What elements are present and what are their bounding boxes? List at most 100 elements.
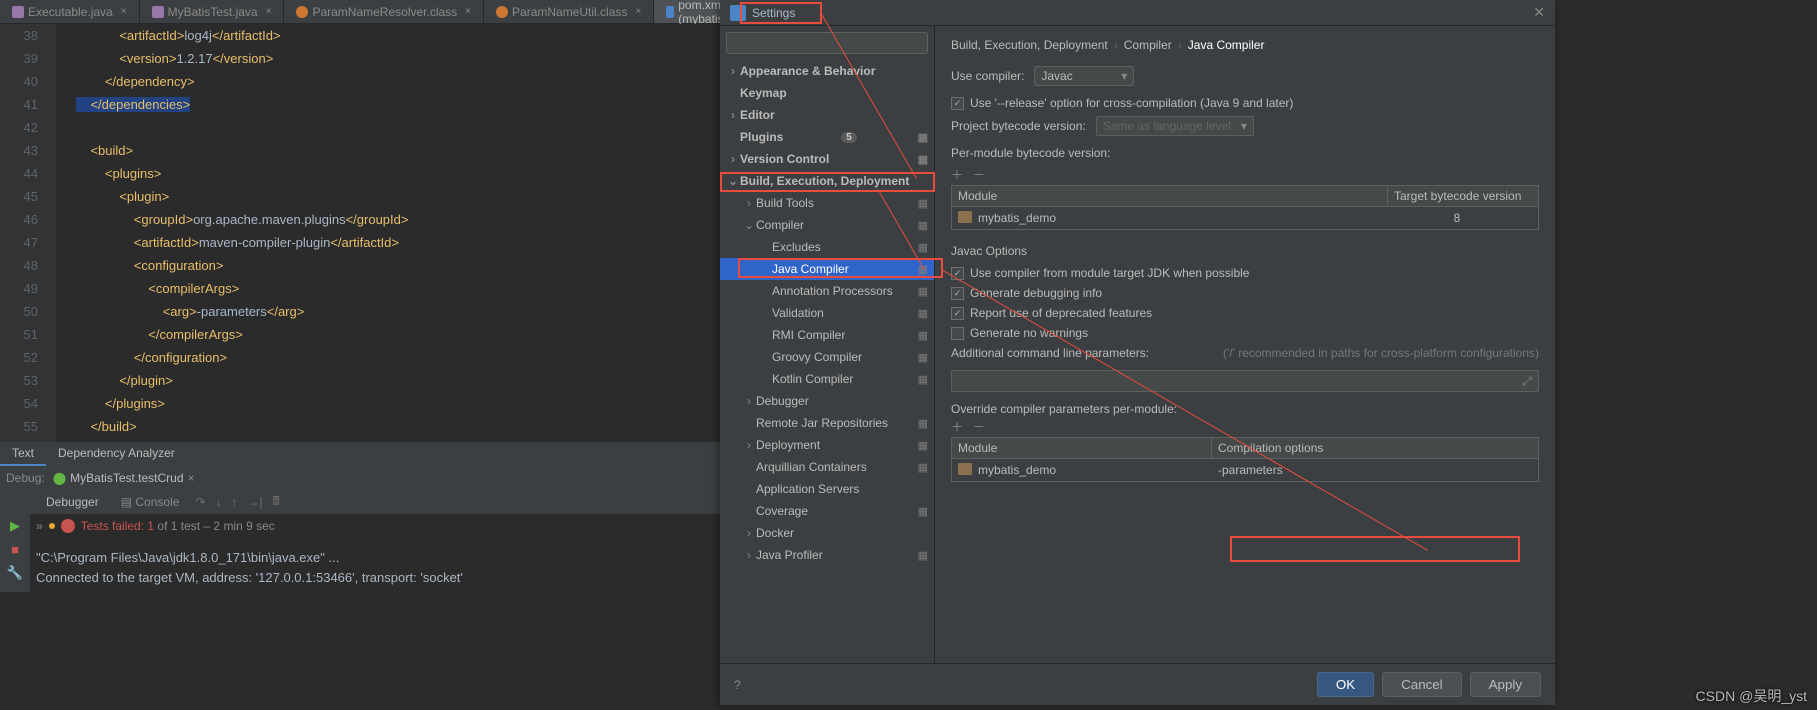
tree-item[interactable]: Excludes▦ <box>720 236 934 258</box>
use-compiler-label: Use compiler: <box>951 69 1024 83</box>
tree-item[interactable]: Kotlin Compiler▦ <box>720 368 934 390</box>
close-icon[interactable]: × <box>465 6 471 17</box>
step-over-icon[interactable]: ↷ <box>195 495 205 509</box>
tree-item[interactable]: ›Build Tools▦ <box>720 192 934 214</box>
settings-dialog: Settings ✕ ›Appearance & BehaviorKeymap›… <box>720 0 1555 705</box>
tree-item[interactable]: ›Docker <box>720 522 934 544</box>
tree-item[interactable]: ›Editor <box>720 104 934 126</box>
gear-icon: ▦ <box>918 417 928 430</box>
tree-item[interactable]: Plugins5▦ <box>720 126 934 148</box>
evaluate-icon[interactable]: 🖩 <box>273 492 280 513</box>
cancel-button[interactable]: Cancel <box>1382 672 1462 697</box>
code-editor[interactable]: <artifactId>log4j</artifactId> <version>… <box>56 24 720 442</box>
release-option-checkbox[interactable]: Use '--release' option for cross-compila… <box>951 96 1539 110</box>
checkbox-icon <box>951 307 964 320</box>
tree-item[interactable]: Remote Jar Repositories▦ <box>720 412 934 434</box>
step-out-icon[interactable]: ↑ <box>231 495 237 509</box>
module-row[interactable]: mybatis_demo 8 <box>951 207 1539 230</box>
opt-no-warnings[interactable]: Generate no warnings <box>951 326 1539 340</box>
editor-tab[interactable]: ParamNameUtil.class× <box>484 0 654 23</box>
opt-debug-info[interactable]: Generate debugging info <box>951 286 1539 300</box>
file-icon <box>152 6 164 18</box>
close-icon[interactable]: × <box>188 471 195 485</box>
dialog-titlebar[interactable]: Settings ✕ <box>720 0 1555 26</box>
gear-icon: ▦ <box>918 285 928 298</box>
step-into-icon[interactable]: ↓ <box>215 495 221 509</box>
checkbox-icon <box>951 97 964 110</box>
gear-icon: ▦ <box>918 439 928 452</box>
console-line: "C:\Program Files\Java\jdk1.8.0_171\bin\… <box>36 548 714 568</box>
debug-bar: Debug: ⬤ MyBatisTest.testCrud × <box>0 466 720 490</box>
close-icon[interactable]: × <box>121 6 127 17</box>
file-icon <box>496 6 508 18</box>
per-module-label: Per-module bytecode version: <box>951 146 1539 160</box>
double-chevron-icon[interactable]: » <box>36 519 43 533</box>
tab-debugger[interactable]: Debugger <box>40 493 105 511</box>
stop-icon[interactable]: ■ <box>11 542 19 557</box>
checkbox-icon <box>951 267 964 280</box>
rerun-icon[interactable]: ▶ <box>10 518 20 534</box>
tree-item[interactable]: ›Version Control▦ <box>720 148 934 170</box>
editor-tab[interactable]: Executable.java× <box>0 0 140 23</box>
tab-dependency-analyzer[interactable]: Dependency Analyzer <box>46 442 187 466</box>
checkbox-icon <box>951 327 964 340</box>
tree-item[interactable]: ›Appearance & Behavior <box>720 60 934 82</box>
add-icon[interactable]: ＋ <box>951 166 963 183</box>
apply-button[interactable]: Apply <box>1470 672 1541 697</box>
tree-item[interactable]: Validation▦ <box>720 302 934 324</box>
tree-item[interactable]: Groovy Compiler▦ <box>720 346 934 368</box>
tree-item[interactable]: ⌄Build, Execution, Deployment <box>720 170 934 192</box>
opt-target-jdk[interactable]: Use compiler from module target JDK when… <box>951 266 1539 280</box>
addl-params-label: Additional command line parameters: <box>951 346 1149 360</box>
tree-item[interactable]: Keymap <box>720 82 934 104</box>
opt-deprecated[interactable]: Report use of deprecated features <box>951 306 1539 320</box>
tree-item[interactable]: Application Servers <box>720 478 934 500</box>
editor-tab[interactable]: MyBatisTest.java× <box>140 0 285 23</box>
test-status-bar: » Tests failed: 1 of 1 test – 2 min 9 se… <box>30 514 720 538</box>
ok-button[interactable]: OK <box>1317 672 1374 697</box>
tree-item[interactable]: Annotation Processors▦ <box>720 280 934 302</box>
close-icon[interactable]: × <box>635 6 641 17</box>
addl-params-input[interactable]: ⤢ <box>951 370 1539 392</box>
gear-icon: ▦ <box>918 153 928 166</box>
bottom-tabs: Text Dependency Analyzer <box>0 442 720 466</box>
close-icon[interactable]: × <box>266 6 272 17</box>
bytecode-select[interactable]: Same as language level <box>1096 116 1254 136</box>
tree-item[interactable]: Java Compiler▦ <box>720 258 934 280</box>
tab-console[interactable]: ▤ Console <box>115 493 186 511</box>
run-name: MyBatisTest.testCrud <box>70 471 183 485</box>
tab-text[interactable]: Text <box>0 442 46 466</box>
settings-tree: ›Appearance & BehaviorKeymap›EditorPlugi… <box>720 26 935 663</box>
tree-item[interactable]: Coverage▦ <box>720 500 934 522</box>
run-to-cursor-icon[interactable]: →| <box>247 495 262 509</box>
warn-dot-icon <box>49 523 55 529</box>
editor-tabs: Executable.java×MyBatisTest.java×ParamNa… <box>0 0 720 24</box>
editor-tab[interactable]: ParamNameResolver.class× <box>284 0 484 23</box>
tree-item[interactable]: ›Java Profiler▦ <box>720 544 934 566</box>
javac-section: Javac Options <box>951 244 1539 258</box>
console-output[interactable]: "C:\Program Files\Java\jdk1.8.0_171\bin\… <box>30 544 720 592</box>
search-input[interactable] <box>726 32 928 54</box>
remove-icon[interactable]: － <box>973 418 985 435</box>
help-icon[interactable]: ? <box>734 678 741 692</box>
tree-item[interactable]: ›Debugger <box>720 390 934 412</box>
expand-icon[interactable]: ⤢ <box>1522 374 1532 389</box>
watermark: CSDN @吴明_yst <box>1696 686 1807 706</box>
tree-item[interactable]: Arquillian Containers▦ <box>720 456 934 478</box>
use-compiler-select[interactable]: Javac <box>1034 66 1134 86</box>
close-icon[interactable]: ✕ <box>1533 4 1545 21</box>
tree-item[interactable]: ⌄Compiler▦ <box>720 214 934 236</box>
add-icon[interactable]: ＋ <box>951 418 963 435</box>
remove-icon[interactable]: － <box>973 166 985 183</box>
gear-icon: ▦ <box>918 329 928 342</box>
addl-params-hint: ('/' recommended in paths for cross-plat… <box>1223 346 1539 360</box>
settings-icon[interactable]: 🔧 <box>7 565 23 581</box>
bytecode-label: Project bytecode version: <box>951 119 1086 133</box>
debug-label: Debug: <box>6 471 45 485</box>
run-config-tab[interactable]: ⬤ MyBatisTest.testCrud × <box>53 471 195 485</box>
tree-item[interactable]: RMI Compiler▦ <box>720 324 934 346</box>
tree-item[interactable]: ›Deployment▦ <box>720 434 934 456</box>
gutter: 383940414243444546474849505152535455 <box>0 24 56 442</box>
debug-side-toolbar: ▶ ■ 🔧 <box>0 514 30 592</box>
override-row[interactable]: mybatis_demo -parameters <box>951 459 1539 482</box>
